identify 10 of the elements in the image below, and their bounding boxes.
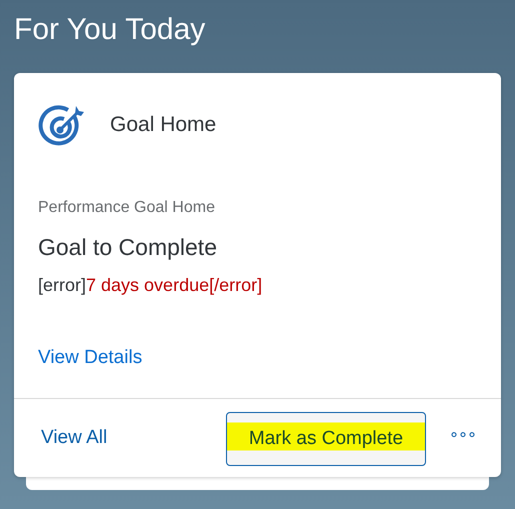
overdue-text: 7 days overdue[/error] xyxy=(86,275,262,295)
card-subtitle: Performance Goal Home xyxy=(38,198,216,218)
mark-complete-button[interactable]: Mark as Complete xyxy=(226,412,426,466)
view-all-link[interactable]: View All xyxy=(41,427,226,449)
goal-heading: Goal to Complete xyxy=(38,233,218,262)
view-details-link[interactable]: View Details xyxy=(38,346,477,370)
more-button[interactable]: °°° xyxy=(450,428,477,448)
card-title: Goal Home xyxy=(110,113,216,137)
page-title: For You Today xyxy=(14,12,206,48)
status-tag: [error] xyxy=(38,275,86,295)
